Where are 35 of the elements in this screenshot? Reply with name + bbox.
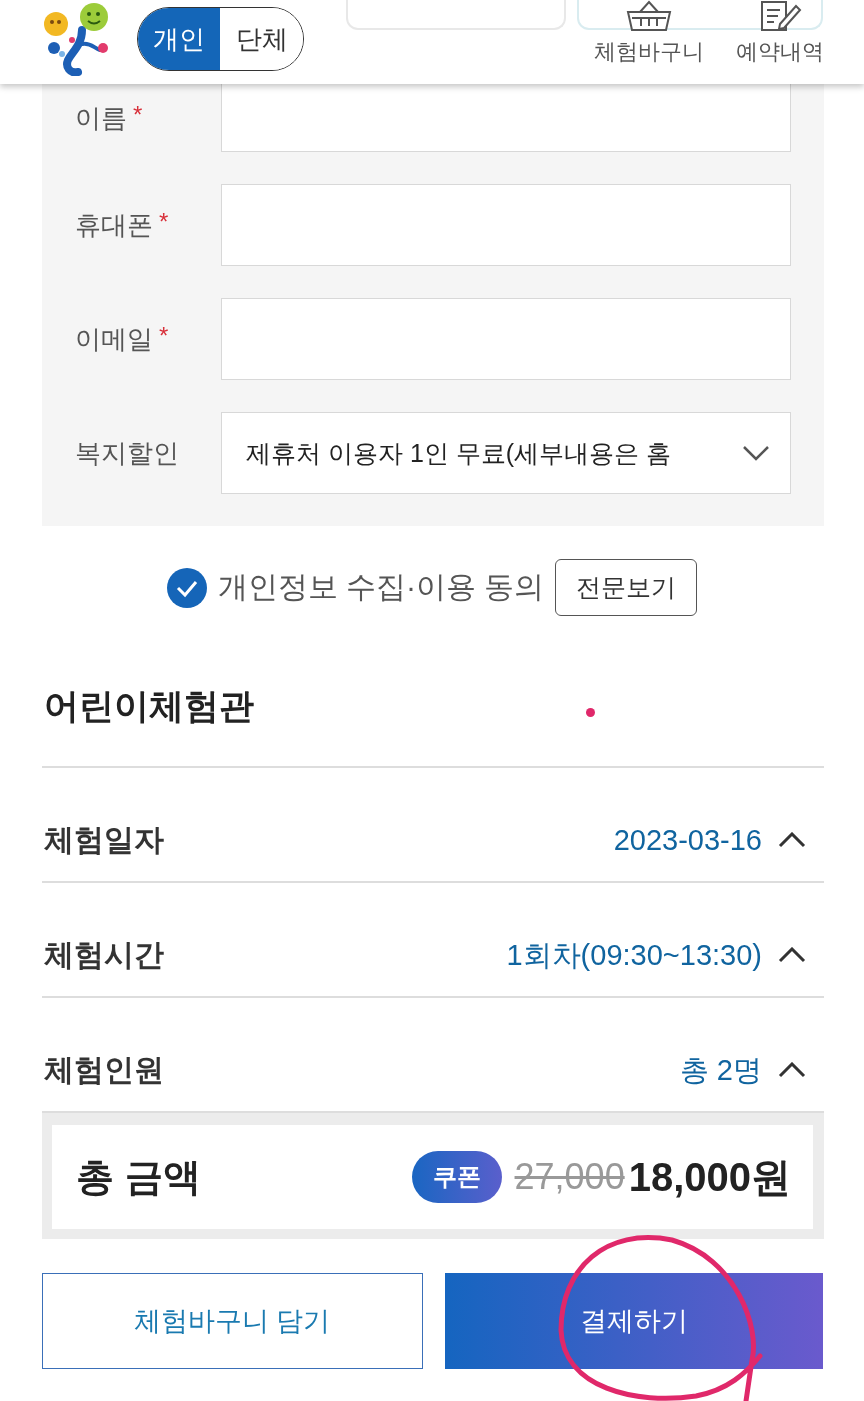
add-to-basket-button[interactable]: 체험바구니 담기 <box>42 1273 423 1369</box>
required-mark: * <box>159 207 169 236</box>
chevron-up-icon[interactable] <box>778 947 806 963</box>
original-price: 27,000 <box>514 1156 625 1198</box>
field-label: 휴대폰 <box>75 208 153 242</box>
field-label: 복지할인 <box>75 436 179 470</box>
header-link[interactable]: 체험바구니 <box>594 0 704 66</box>
coupon-badge: 쿠폰 <box>411 1151 502 1203</box>
row-value: 2023-03-16 <box>613 823 762 858</box>
input-field[interactable] <box>221 84 791 152</box>
total-label: 총 금액 <box>76 1154 201 1200</box>
chevron-up-icon[interactable] <box>778 1062 806 1078</box>
select-field[interactable]: 제휴처 이용자 1인 무료(세부내용은 홈 <box>221 412 791 494</box>
input-field[interactable] <box>221 184 791 266</box>
row-label: 체험일자 <box>44 822 164 858</box>
row-value: 1회차(09:30~13:30) <box>506 938 762 973</box>
field-label: 이메일 <box>75 322 153 356</box>
row-label: 체험시간 <box>44 937 164 973</box>
pay-button[interactable]: 결제하기 <box>444 1273 823 1369</box>
tab[interactable]: 개인 <box>138 8 220 70</box>
required-mark: * <box>159 321 169 350</box>
chevron-up-icon[interactable] <box>778 832 806 848</box>
total-price: 18,000원 <box>628 1153 791 1201</box>
pen-dot-icon <box>586 708 595 717</box>
required-mark: * <box>133 100 143 129</box>
consent-label: 개인정보 수집·이용 동의 <box>217 569 545 605</box>
chevron-down-icon <box>742 445 770 461</box>
header-link[interactable]: 예약내역 <box>736 0 824 66</box>
checkbox[interactable] <box>166 567 207 608</box>
input-field[interactable] <box>221 298 791 380</box>
section-title: 어린이체험관 <box>44 685 254 727</box>
field-label: 이름 <box>75 101 127 135</box>
row-value: 총 2명 <box>679 1053 762 1088</box>
view-full-button[interactable]: 전문보기 <box>555 559 698 616</box>
row-label: 체험인원 <box>44 1052 164 1088</box>
